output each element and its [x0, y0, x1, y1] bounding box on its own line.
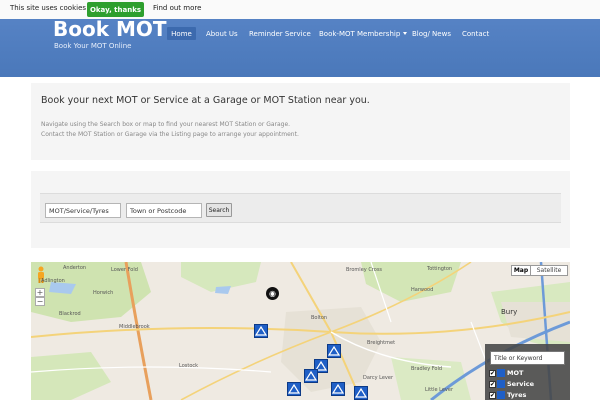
place-label: Lower Fold: [111, 267, 138, 273]
zoom-out-button[interactable]: −: [35, 297, 45, 306]
place-label: Darcy Lever: [363, 375, 394, 381]
nav-reminder-service[interactable]: Reminder Service: [249, 27, 311, 40]
checkbox-checked-icon[interactable]: ✔: [489, 380, 496, 388]
checkbox-checked-icon[interactable]: ✔: [489, 391, 496, 399]
place-label: Little Lever: [425, 387, 454, 393]
place-label: Horwich: [93, 290, 114, 296]
caret-down-icon: [403, 32, 408, 35]
warning-triangle-icon: [255, 325, 267, 336]
nav-membership[interactable]: Book-MOT Membership: [319, 27, 408, 40]
legend-item-label: Service: [507, 380, 535, 388]
place-label: Bury: [501, 308, 518, 316]
place-label: Anderton: [63, 265, 87, 271]
legend-item-label: Tyres: [507, 391, 527, 399]
place-label: Harwood: [411, 287, 434, 293]
place-label: Blackrod: [59, 311, 81, 317]
service-marker-icon: [497, 380, 505, 388]
zoom-in-button[interactable]: +: [35, 288, 45, 297]
legend-keyword-input[interactable]: Title or Keyword: [490, 351, 565, 365]
search-panel: MOT/Service/Tyres Town or Postcode Searc…: [31, 171, 570, 248]
nav-blog-news[interactable]: Blog/ News: [412, 27, 451, 40]
cookie-more-link[interactable]: Find out more: [153, 4, 201, 12]
place-label: Tottington: [427, 266, 453, 272]
place-label: Adlington: [41, 278, 65, 284]
mot-station-marker[interactable]: [287, 382, 301, 396]
checkbox-checked-icon[interactable]: ✔: [489, 369, 496, 377]
landmark-poi-icon[interactable]: ◉: [266, 287, 279, 300]
mot-station-marker[interactable]: [327, 344, 341, 358]
warning-triangle-icon: [332, 383, 344, 394]
place-label: Lostock: [179, 363, 199, 369]
warning-triangle-icon: [355, 387, 367, 398]
place-label: Bradley Fold: [411, 366, 443, 372]
site-tagline: Book Your MOT Online: [54, 42, 132, 50]
nav-about-us[interactable]: About Us: [206, 27, 238, 40]
mot-marker-icon: [497, 369, 505, 377]
warning-triangle-icon: [328, 345, 340, 356]
place-label: Bromley Cross: [346, 267, 383, 273]
cookie-accept-button[interactable]: Okay, thanks: [87, 2, 144, 17]
legend-item-mot[interactable]: ✔ MOT: [489, 368, 523, 378]
mot-station-marker[interactable]: [304, 369, 318, 383]
nav-home[interactable]: Home: [167, 27, 196, 40]
place-label: Bolton: [311, 315, 328, 321]
service-field[interactable]: MOT/Service/Tyres: [45, 203, 121, 218]
warning-triangle-icon: [288, 383, 300, 394]
mot-station-marker[interactable]: [354, 386, 368, 400]
map-type-satellite-button[interactable]: Satellite: [531, 265, 568, 276]
warning-triangle-icon: [305, 370, 317, 381]
map-type-map-button[interactable]: Map: [511, 265, 531, 276]
site-title[interactable]: Book MOT: [53, 17, 167, 41]
legend-item-service[interactable]: ✔ Service: [489, 379, 534, 389]
tyres-marker-icon: [497, 391, 505, 399]
legend-item-tyres[interactable]: ✔ Tyres: [489, 390, 526, 400]
place-label: Breightmet: [367, 340, 396, 346]
search-button[interactable]: Search: [206, 203, 232, 217]
cookie-bar: This site uses cookies Okay, thanks Find…: [0, 0, 600, 19]
nav-contact[interactable]: Contact: [462, 27, 489, 40]
mot-station-marker[interactable]: [254, 324, 268, 338]
town-postcode-field[interactable]: Town or Postcode: [126, 203, 202, 218]
intro-panel: Book your next MOT or Service at a Garag…: [31, 83, 570, 160]
search-form: MOT/Service/Tyres Town or Postcode Searc…: [40, 193, 561, 223]
map-view[interactable]: + − Map Satellite Anderton Lower Fold Ad…: [31, 262, 570, 400]
cookie-message: This site uses cookies: [10, 4, 87, 12]
place-label: Middlebrook: [119, 324, 150, 330]
map-legend: Title or Keyword ✔ MOT ✔ Service ✔ Tyres: [485, 344, 570, 400]
map-type-control: Map Satellite: [511, 265, 568, 276]
intro-text-line-2: Contact the MOT Station or Garage via th…: [41, 131, 299, 138]
nav-membership-label: Book-MOT Membership: [319, 29, 401, 38]
legend-item-label: MOT: [507, 369, 524, 377]
mot-station-marker[interactable]: [331, 382, 345, 396]
intro-heading: Book your next MOT or Service at a Garag…: [41, 95, 370, 106]
intro-text-line-1: Navigate using the Search box or map to …: [41, 121, 291, 128]
